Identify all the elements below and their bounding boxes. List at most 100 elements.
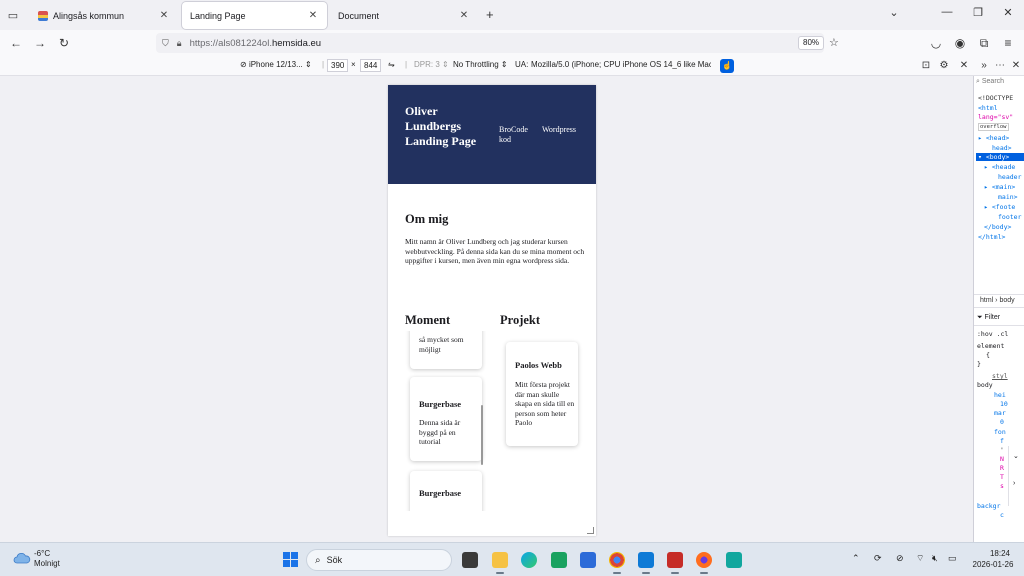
nav-link-wordpress[interactable]: Wordpress (542, 125, 576, 135)
weather-description[interactable]: Molnigt (34, 559, 60, 568)
close-icon[interactable]: ✕ (158, 10, 170, 21)
close-icon[interactable]: ✕ (307, 10, 319, 21)
firefox-icon[interactable] (696, 552, 712, 574)
battery-icon[interactable]: ▭ (948, 553, 957, 564)
close-window-icon[interactable]: ✕ (1000, 6, 1016, 19)
sync-icon[interactable]: ⟳ (874, 553, 882, 564)
overflow-badge[interactable]: overflow (978, 123, 1009, 131)
user-agent-input[interactable]: Mozilla/5.0 (iPhone; CPU iPhone OS 14_6 … (531, 60, 711, 69)
moment-card[interactable]: så mycket som möjligt (410, 331, 482, 369)
edge-browser-icon[interactable] (521, 552, 537, 568)
windows-start-icon[interactable] (283, 552, 298, 567)
tree-node[interactable]: ▸ <heade (984, 163, 1015, 171)
resize-handle[interactable] (587, 527, 594, 534)
more-options-icon[interactable]: ⋯ (994, 60, 1006, 72)
tab-landing-page[interactable]: Landing Page ✕ (182, 2, 327, 29)
device-frame[interactable]: Oliver Lundbergs Landing Page BroCode ko… (388, 85, 596, 536)
tab-list-icon[interactable]: ▭ (4, 6, 22, 24)
bookmark-star-icon[interactable]: ☆ (829, 36, 839, 49)
task-view-icon[interactable] (462, 552, 478, 568)
tree-node[interactable]: ▸ <foote (984, 203, 1015, 211)
chat-app-icon[interactable] (551, 552, 567, 568)
tree-node[interactable]: head> (992, 144, 1012, 152)
tree-node[interactable]: ▸ <head> (978, 134, 1009, 142)
screenshot-icon[interactable]: ⊡ (920, 60, 932, 72)
cloud-icon[interactable] (13, 552, 31, 564)
rule-value: N (1000, 455, 1004, 463)
account-icon[interactable]: ◉ (952, 35, 968, 51)
restore-icon[interactable]: ❐ (970, 6, 986, 19)
chrome-icon[interactable] (609, 552, 625, 574)
breadcrumb[interactable]: html › body (974, 294, 1024, 308)
moment-card[interactable]: Burgerbase Denna sida är byggd på en tut… (410, 377, 482, 461)
url-prefix: https://als081224ol. (189, 37, 272, 49)
minimize-icon[interactable]: — (939, 6, 955, 18)
lock-icon[interactable]: 🔒︎ (177, 38, 182, 49)
tab-alingsas[interactable]: Alingsås kommun ✕ (30, 2, 178, 29)
tree-node[interactable]: <!DOCTYPE (978, 94, 1013, 102)
close-devtools-icon[interactable]: ✕ (1010, 60, 1022, 72)
tree-node[interactable]: <html (978, 104, 998, 112)
inspector-search[interactable]: ⌕ Search (976, 78, 1023, 90)
hidden-eye-icon[interactable]: ⊘ (896, 553, 904, 564)
tree-node[interactable]: header (998, 173, 1021, 181)
rule-prop: hei (994, 391, 1006, 399)
menu-icon[interactable]: ≡ (1000, 35, 1016, 51)
touch-simulation-icon[interactable]: ☝ (720, 59, 734, 73)
vscode-icon[interactable] (638, 552, 654, 574)
filezilla-icon[interactable] (667, 552, 683, 574)
clock-date[interactable]: 2026-01-26 (968, 560, 1018, 569)
close-rdm-icon[interactable]: ✕ (958, 60, 970, 72)
chevron-down-icon[interactable]: ⌄ (886, 6, 902, 19)
tree-node[interactable]: </body> (984, 223, 1011, 231)
card-title: Burgerbase (419, 488, 462, 498)
arduino-icon[interactable] (726, 552, 742, 568)
moment-scroll-area[interactable]: så mycket som möjligt Burgerbase Denna s… (402, 331, 486, 511)
close-icon[interactable]: ✕ (458, 10, 470, 21)
moment-scrollbar[interactable] (481, 405, 483, 465)
tree-node[interactable]: lang="sv" (978, 113, 1013, 121)
zoom-level-badge[interactable]: 80% (798, 36, 825, 50)
rules-filter[interactable]: ⏷ Filter (974, 314, 1024, 326)
tree-node[interactable]: </html> (978, 233, 1005, 241)
taskbar-search[interactable]: ⌕ Sök (306, 549, 452, 571)
weather-temperature[interactable]: -6°C (34, 549, 50, 558)
pocket-icon[interactable]: ◡ (928, 35, 944, 51)
url-bar[interactable]: ⛉ 🔒︎ https://als081224ol. hemsida.eu (156, 33, 824, 53)
chevron-double-icon[interactable]: » (978, 60, 990, 72)
reload-icon[interactable]: ↻ (56, 35, 72, 51)
volume-muted-icon[interactable]: 🔇︎ (932, 553, 938, 564)
chevron-down-icon[interactable]: ⌄ (1013, 452, 1019, 460)
card-text: så mycket som möjligt (419, 335, 464, 354)
dpr-selector[interactable]: DPR: 3 ⇕ (414, 60, 449, 69)
rotate-icon[interactable]: ⇋ (388, 60, 395, 69)
tree-node[interactable]: ▸ <main> (984, 183, 1015, 191)
back-icon[interactable]: ← (8, 35, 24, 51)
throttling-selector[interactable]: No Throttling ⇕ (453, 60, 508, 69)
moment-heading: Moment (405, 313, 451, 327)
tab-document[interactable]: Document ✕ (330, 2, 478, 29)
nav-link-brocode[interactable]: BroCode kod (499, 125, 533, 145)
settings-gear-icon[interactable]: ⚙ (938, 60, 950, 72)
new-tab-icon[interactable]: + (486, 7, 494, 22)
projekt-card[interactable]: Paolos Webb Mitt första projekt där man … (506, 342, 578, 446)
wifi-icon[interactable]: ⌔ (916, 553, 924, 564)
tree-node[interactable]: main> (998, 193, 1018, 201)
chevron-right-icon[interactable]: › (1013, 480, 1015, 487)
rule-value: 0 (1000, 418, 1004, 426)
rule-source[interactable]: styl (992, 372, 1008, 380)
clock-time[interactable]: 18:24 (982, 549, 1018, 558)
viewport-height-input[interactable]: 844 (360, 59, 382, 72)
shield-icon[interactable]: ⛉ (162, 38, 169, 49)
tree-node-selected[interactable]: ▾ <body> (976, 153, 1024, 161)
store-icon[interactable] (580, 552, 596, 568)
moment-card[interactable]: Burgerbase (410, 471, 482, 511)
forward-icon[interactable]: → (32, 35, 48, 51)
tray-chevron-icon[interactable]: ⌃ (852, 553, 860, 564)
device-selector[interactable]: ⊘ iPhone 12/13... ⇕ (240, 60, 312, 69)
tree-node[interactable]: footer (998, 213, 1021, 221)
file-explorer-icon[interactable] (492, 552, 508, 574)
extensions-icon[interactable]: ⧉ (976, 35, 992, 51)
viewport-width-input[interactable]: 390 (327, 59, 349, 72)
tab-title: Landing Page (190, 10, 246, 21)
